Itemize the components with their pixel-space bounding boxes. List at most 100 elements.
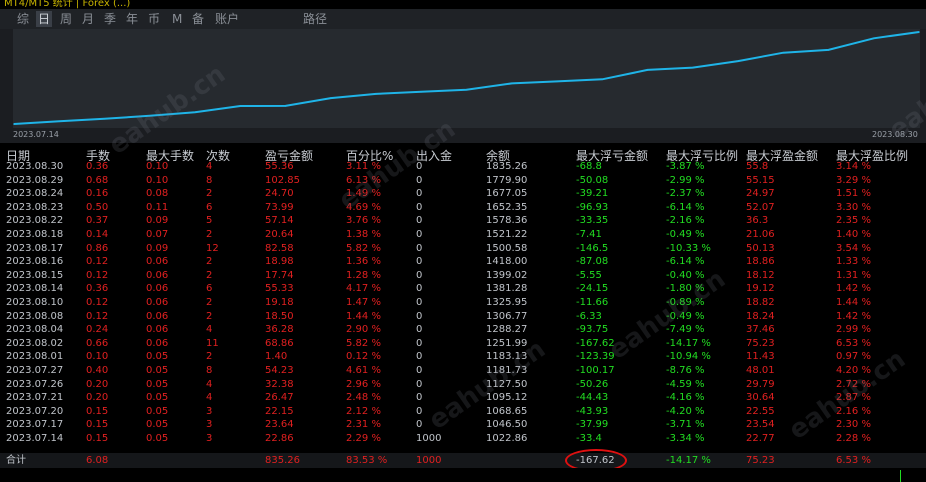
table-cell: 2 [206,351,213,363]
table-cell: 1779.90 [486,174,528,186]
table-cell: 2023.08.23 [6,201,64,213]
table-row[interactable]: 2023.08.24 0.16 0.08 2 24.70 1.49 % 0 1677.05 -3… [0,187,926,200]
equity-point [737,60,739,62]
table-cell: -33.4 [576,433,602,444]
table-cell: 0 [416,351,423,363]
table-row[interactable]: 2023.08.30 0.36 0.10 4 55.36 3.11 % 0 1835.26 -6… [0,160,926,173]
tab-6[interactable]: 币 [146,11,162,27]
table-row[interactable]: 2023.07.20 0.15 0.05 3 22.15 2.12 % 0 1068.65 -4… [0,405,926,418]
tab-4[interactable]: 季 [102,11,118,27]
table-cell: 2023.07.27 [6,365,64,376]
table-cell: -50.08 [576,174,609,186]
table-cell: 0.05 [146,351,169,363]
equity-point [873,37,875,40]
chart-start-date: 2023.07.14 [13,130,59,139]
table-cell: 22.55 [746,405,775,417]
table-row[interactable]: 2023.08.17 0.86 0.09 12 82.58 5.82 % 0 1500.58 -… [0,242,926,255]
table-row[interactable]: 2023.08.29 0.68 0.10 8 102.85 6.13 % 0 1779.90 -… [0,174,926,187]
table-cell: 55.36 [265,161,294,172]
table-cell: 1.42 % [836,310,871,322]
tab-10[interactable]: 路径 [301,11,329,27]
table-cell: 19.18 [265,297,294,308]
table-row[interactable]: 2023.07.14 0.15 0.05 3 22.86 2.29 % 1000 1022.8… [0,432,926,445]
table-cell: 1500.58 [486,242,528,254]
table-row[interactable]: 2023.08.18 0.14 0.07 2 20.64 1.38 % 0 1521.22 -7… [0,228,926,241]
table-row[interactable]: 2023.08.01 0.10 0.05 2 1.40 0.12 % 0 1183.13 -12… [0,350,926,363]
table-row[interactable]: 2023.08.23 0.50 0.11 6 73.99 4.69 % 0 1652.35 -9… [0,201,926,214]
table-cell: 21.06 [746,229,775,240]
total-cell: -14.17 % [666,455,711,466]
table-cell: 1.42 % [836,283,871,295]
table-row[interactable]: 2023.07.27 0.40 0.05 8 54.23 4.61 % 0 1181.73 -1… [0,364,926,377]
table-cell: -87.08 [576,256,609,268]
table-cell: 0.16 [86,188,109,200]
table-cell: 0.05 [146,433,169,444]
table-cell: 4 [206,324,213,336]
tab-0[interactable]: 综 [15,11,31,27]
equity-point [782,51,785,54]
table-row[interactable]: 2023.08.10 0.12 0.06 2 19.18 1.47 % 0 1325.95 -1… [0,296,926,309]
equity-point [511,82,513,85]
table-cell: 22.86 [265,433,294,444]
tab-7[interactable]: M [170,11,184,27]
tab-8[interactable]: 备 [190,11,206,27]
tab-2[interactable]: 周 [58,11,74,27]
table-row[interactable]: 2023.08.08 0.12 0.06 2 18.50 1.44 % 0 1306.77 -6… [0,310,926,323]
table-row[interactable]: 2023.08.04 0.24 0.06 4 36.28 2.90 % 0 1288.27 -9… [0,323,926,336]
table-cell: 1.28 % [346,269,381,281]
table-cell: 1.44 % [836,297,871,308]
table-cell: 73.99 [265,201,294,213]
table-cell: 8 [206,174,213,186]
table-cell: 0 [416,337,423,349]
table-cell: 18.24 [746,310,775,322]
chart-end-date: 2023.08.30 [872,130,918,139]
table-cell: 0.14 [86,229,109,240]
table-cell: 0.36 [86,283,109,295]
tab-9[interactable]: 账户 [213,11,241,27]
table-row[interactable]: 2023.08.02 0.66 0.06 11 68.86 5.82 % 0 1251.99 -… [0,337,926,350]
table-cell: 0.06 [146,256,169,268]
equity-point [420,91,423,93]
window-title: MT4/MT5 统计 | Forex (...) [4,0,131,9]
tab-3[interactable]: 月 [80,11,96,27]
table-cell: 1306.77 [486,310,528,322]
table-cell: 2023.07.14 [6,433,64,444]
table-cell: 0 [416,283,423,295]
table-cell: 4.20 % [836,365,871,376]
table-cell: 1.51 % [836,188,871,200]
table-row[interactable]: 2023.08.16 0.12 0.06 2 18.98 1.36 % 0 1418.00 -8… [0,255,926,268]
table-cell: 2 [206,256,213,268]
table-cell: 2.87 % [836,392,871,404]
table-cell: -11.66 [576,297,609,308]
total-cell: 75.23 [746,455,775,466]
table-cell: 4 [206,161,213,172]
table-cell: 2.31 % [346,419,381,431]
table-row[interactable]: 2023.08.14 0.36 0.06 6 55.33 4.17 % 0 1381.28 -2… [0,282,926,295]
table-row[interactable]: 2023.07.21 0.20 0.05 4 26.47 2.48 % 0 1095.12 -4… [0,391,926,404]
tab-5[interactable]: 年 [124,11,140,27]
table-cell: -3.87 % [666,161,705,172]
table-cell: 1022.86 [486,433,528,444]
table-cell: 0.06 [146,283,169,295]
table-cell: 0.20 [86,392,109,404]
table-cell: 3.11 % [346,161,381,172]
table-row[interactable]: 2023.07.17 0.15 0.05 3 23.64 2.31 % 0 1046.50 -3… [0,418,926,431]
total-label: 合计 [6,455,26,466]
table-cell: 2023.08.30 [6,161,64,172]
table-row[interactable]: 2023.07.26 0.20 0.05 4 32.38 2.96 % 0 1127.50 -5… [0,378,926,391]
table-cell: 0 [416,297,423,308]
table-cell: 0.12 [86,256,109,268]
table-cell: 0.06 [146,337,169,349]
table-cell: 11.43 [746,351,775,363]
table-cell: -8.76 % [666,365,705,376]
table-cell: 1068.65 [486,405,528,417]
table-row[interactable]: 2023.08.22 0.37 0.09 5 57.14 3.76 % 0 1578.36 -3… [0,214,926,227]
tab-1[interactable]: 日 [36,11,53,27]
table-cell: 0.20 [86,378,109,390]
table-cell: 1325.95 [486,297,528,308]
table-row[interactable]: 2023.08.15 0.12 0.06 2 17.74 1.28 % 0 1399.02 -5… [0,269,926,282]
equity-point [601,78,604,81]
table-cell: 22.15 [265,405,294,417]
equity-point [827,49,830,51]
table-cell: 0.50 [86,201,109,213]
